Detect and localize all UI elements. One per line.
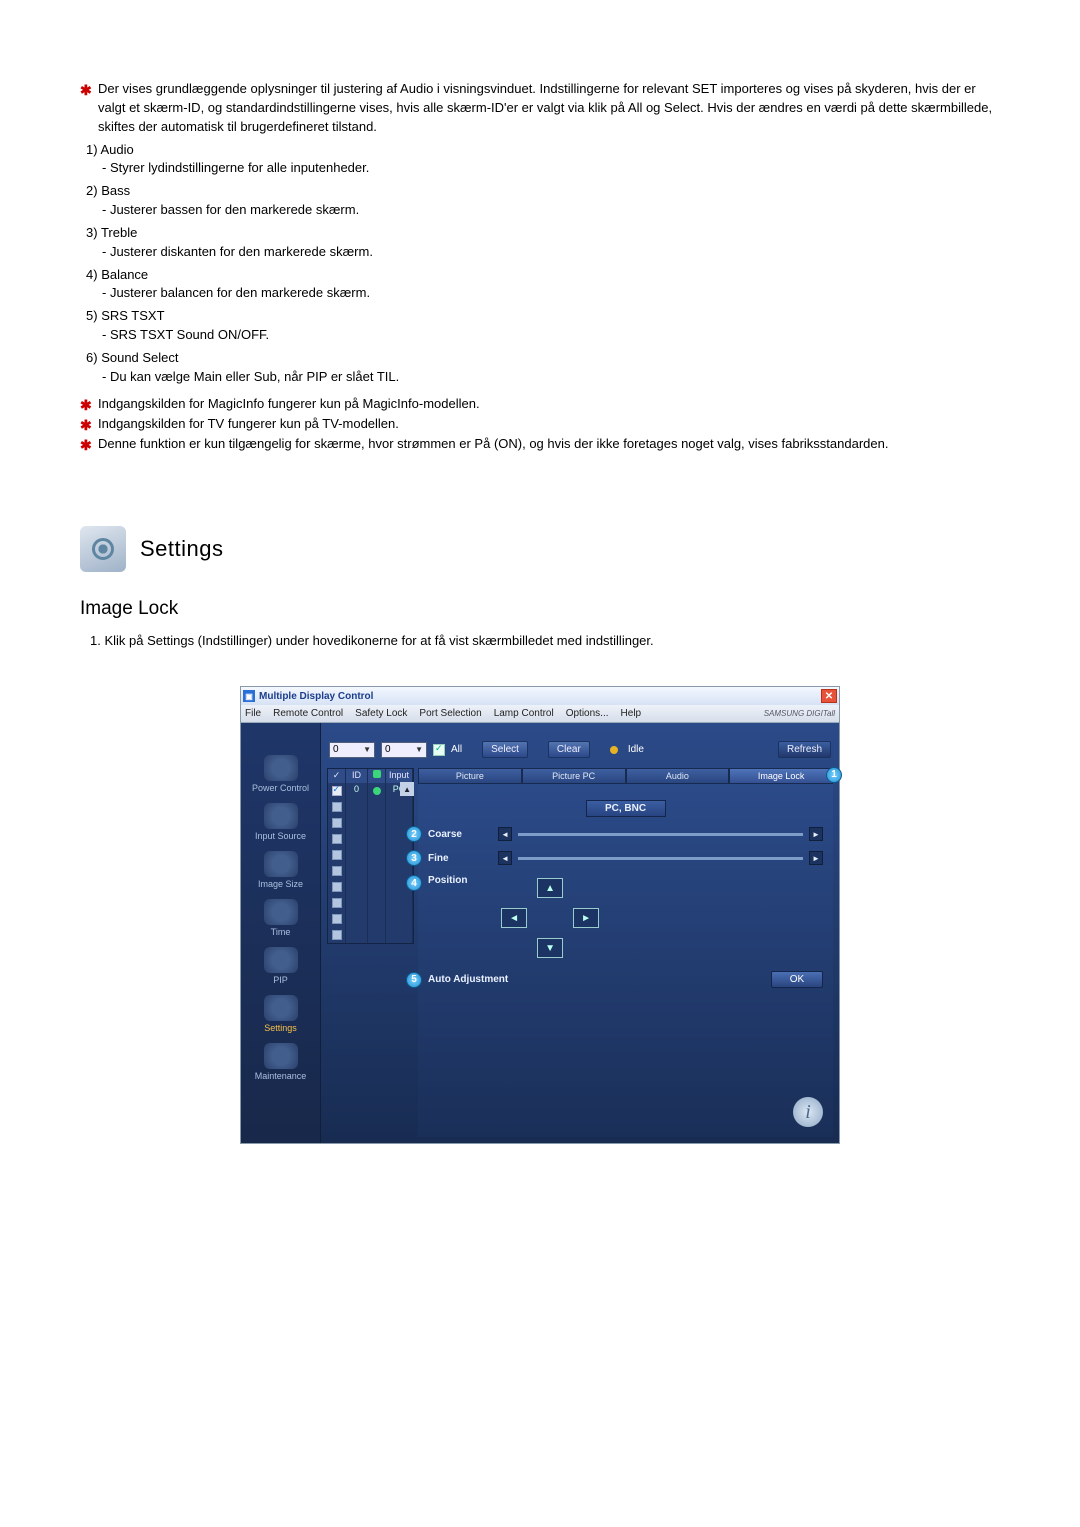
menu-safety-lock[interactable]: Safety Lock — [355, 708, 407, 719]
col-status — [368, 769, 386, 783]
list-item: 1) Audio - Styrer lydindstillingerne for… — [86, 141, 1000, 179]
idle-indicator-icon — [610, 746, 618, 754]
coarse-increase[interactable]: ► — [809, 827, 823, 841]
menu-file[interactable]: File — [245, 708, 261, 719]
menu-port-selection[interactable]: Port Selection — [419, 708, 481, 719]
menubar: File Remote Control Safety Lock Port Sel… — [241, 705, 839, 723]
coarse-decrease[interactable]: ◄ — [498, 827, 512, 841]
coarse-slider[interactable] — [518, 833, 803, 836]
info-icon: i — [793, 1097, 823, 1127]
col-id: ID — [346, 769, 368, 783]
callout-3: 3 — [406, 850, 422, 866]
fine-increase[interactable]: ► — [809, 851, 823, 865]
col-input: Input — [386, 769, 413, 783]
refresh-button[interactable]: Refresh — [778, 741, 831, 758]
rail-input-source[interactable]: Input Source — [241, 797, 320, 845]
row-checkbox[interactable] — [332, 786, 342, 796]
instruction-text: 1. Klik på Settings (Indstillinger) unde… — [90, 632, 1000, 651]
list-item: 5) SRS TSXT - SRS TSXT Sound ON/OFF. — [86, 307, 1000, 345]
callout-4: 4 — [406, 875, 422, 891]
idle-label: Idle — [628, 744, 644, 755]
intro-text: Der vises grundlæggende oplysninger til … — [98, 80, 1000, 137]
mode-label: PC, BNC — [586, 800, 666, 817]
position-up[interactable]: ▲ — [537, 878, 563, 898]
subsection-title: Image Lock — [80, 598, 1000, 620]
position-grid: ▲ ◄ ► ▼ — [498, 875, 602, 961]
clear-button[interactable]: Clear — [548, 741, 590, 758]
fine-label: Fine — [428, 853, 498, 864]
app-window: ▣ Multiple Display Control ✕ File Remote… — [240, 686, 840, 1144]
menu-options[interactable]: Options... — [566, 708, 609, 719]
menu-help[interactable]: Help — [621, 708, 642, 719]
table-row — [328, 863, 413, 879]
rail-maintenance[interactable]: Maintenance — [241, 1037, 320, 1085]
note-text: Indgangskilden for TV fungerer kun på TV… — [98, 415, 1000, 434]
table-row — [328, 847, 413, 863]
callout-5: 5 — [406, 972, 422, 988]
callout-2: 2 — [406, 826, 422, 842]
menu-lamp-control[interactable]: Lamp Control — [494, 708, 554, 719]
table-row — [328, 815, 413, 831]
audio-options-list: 1) Audio - Styrer lydindstillingerne for… — [86, 141, 1000, 387]
note-text: Denne funktion er kun tilgængelig for sk… — [98, 435, 1000, 454]
rail-time[interactable]: Time — [241, 893, 320, 941]
status-dot-icon — [373, 787, 381, 795]
table-row — [328, 911, 413, 927]
scroll-up-icon[interactable]: ▲ — [400, 782, 414, 796]
list-item: 4) Balance - Justerer balancen for den m… — [86, 266, 1000, 304]
section-heading: Settings — [80, 526, 1000, 572]
toolbar: 0▼ 0▼ All Select Clear Idle Refresh — [321, 723, 839, 768]
app-icon: ▣ — [243, 690, 255, 702]
close-button[interactable]: ✕ — [821, 689, 837, 703]
rail-settings[interactable]: Settings — [241, 989, 320, 1037]
select-button[interactable]: Select — [482, 741, 528, 758]
fine-decrease[interactable]: ◄ — [498, 851, 512, 865]
section-title: Settings — [140, 536, 224, 562]
table-row — [328, 895, 413, 911]
tab-audio[interactable]: Audio — [626, 768, 730, 784]
id-from-select[interactable]: 0▼ — [329, 742, 375, 758]
position-down[interactable]: ▼ — [537, 938, 563, 958]
table-row — [328, 799, 413, 815]
all-label: All — [451, 744, 462, 755]
chevron-down-icon: ▼ — [363, 745, 371, 754]
left-rail: Power Control Input Source Image Size Ti… — [241, 723, 321, 1143]
chevron-down-icon: ▼ — [415, 745, 423, 754]
fine-slider[interactable] — [518, 857, 803, 860]
brand-label: SAMSUNG DIGITall — [764, 709, 835, 718]
settings-gear-icon — [80, 526, 126, 572]
tab-image-lock[interactable]: Image Lock 1 — [729, 768, 833, 784]
table-row — [328, 927, 413, 943]
list-item: 2) Bass - Justerer bassen for den marker… — [86, 182, 1000, 220]
position-label: Position — [428, 875, 498, 886]
tab-picture[interactable]: Picture — [418, 768, 522, 784]
id-to-select[interactable]: 0▼ — [381, 742, 427, 758]
auto-adjustment-label: Auto Adjustment — [428, 974, 538, 985]
note-text: Indgangskilden for MagicInfo fungerer ku… — [98, 395, 1000, 414]
star-icon: ✱ — [80, 395, 98, 415]
star-icon: ✱ — [80, 80, 98, 100]
list-item: 6) Sound Select - Du kan vælge Main elle… — [86, 349, 1000, 387]
callout-1: 1 — [826, 767, 842, 783]
table-row — [328, 879, 413, 895]
star-icon: ✱ — [80, 415, 98, 435]
rail-pip[interactable]: PIP — [241, 941, 320, 989]
position-left[interactable]: ◄ — [501, 908, 527, 928]
star-icon: ✱ — [80, 435, 98, 455]
rail-power-control[interactable]: Power Control — [241, 749, 320, 797]
ok-button[interactable]: OK — [771, 971, 823, 988]
tab-picture-pc[interactable]: Picture PC — [522, 768, 626, 784]
menu-remote-control[interactable]: Remote Control — [273, 708, 343, 719]
table-row — [328, 831, 413, 847]
window-title: Multiple Display Control — [259, 691, 373, 702]
col-check: ✓ — [328, 769, 346, 783]
rail-image-size[interactable]: Image Size — [241, 845, 320, 893]
titlebar: ▣ Multiple Display Control ✕ — [241, 687, 839, 705]
settings-tabs: Picture Picture PC Audio Image Lock 1 — [418, 768, 833, 784]
all-checkbox[interactable] — [433, 744, 445, 756]
position-right[interactable]: ► — [573, 908, 599, 928]
coarse-label: Coarse — [428, 829, 498, 840]
list-item: 3) Treble - Justerer diskanten for den m… — [86, 224, 1000, 262]
